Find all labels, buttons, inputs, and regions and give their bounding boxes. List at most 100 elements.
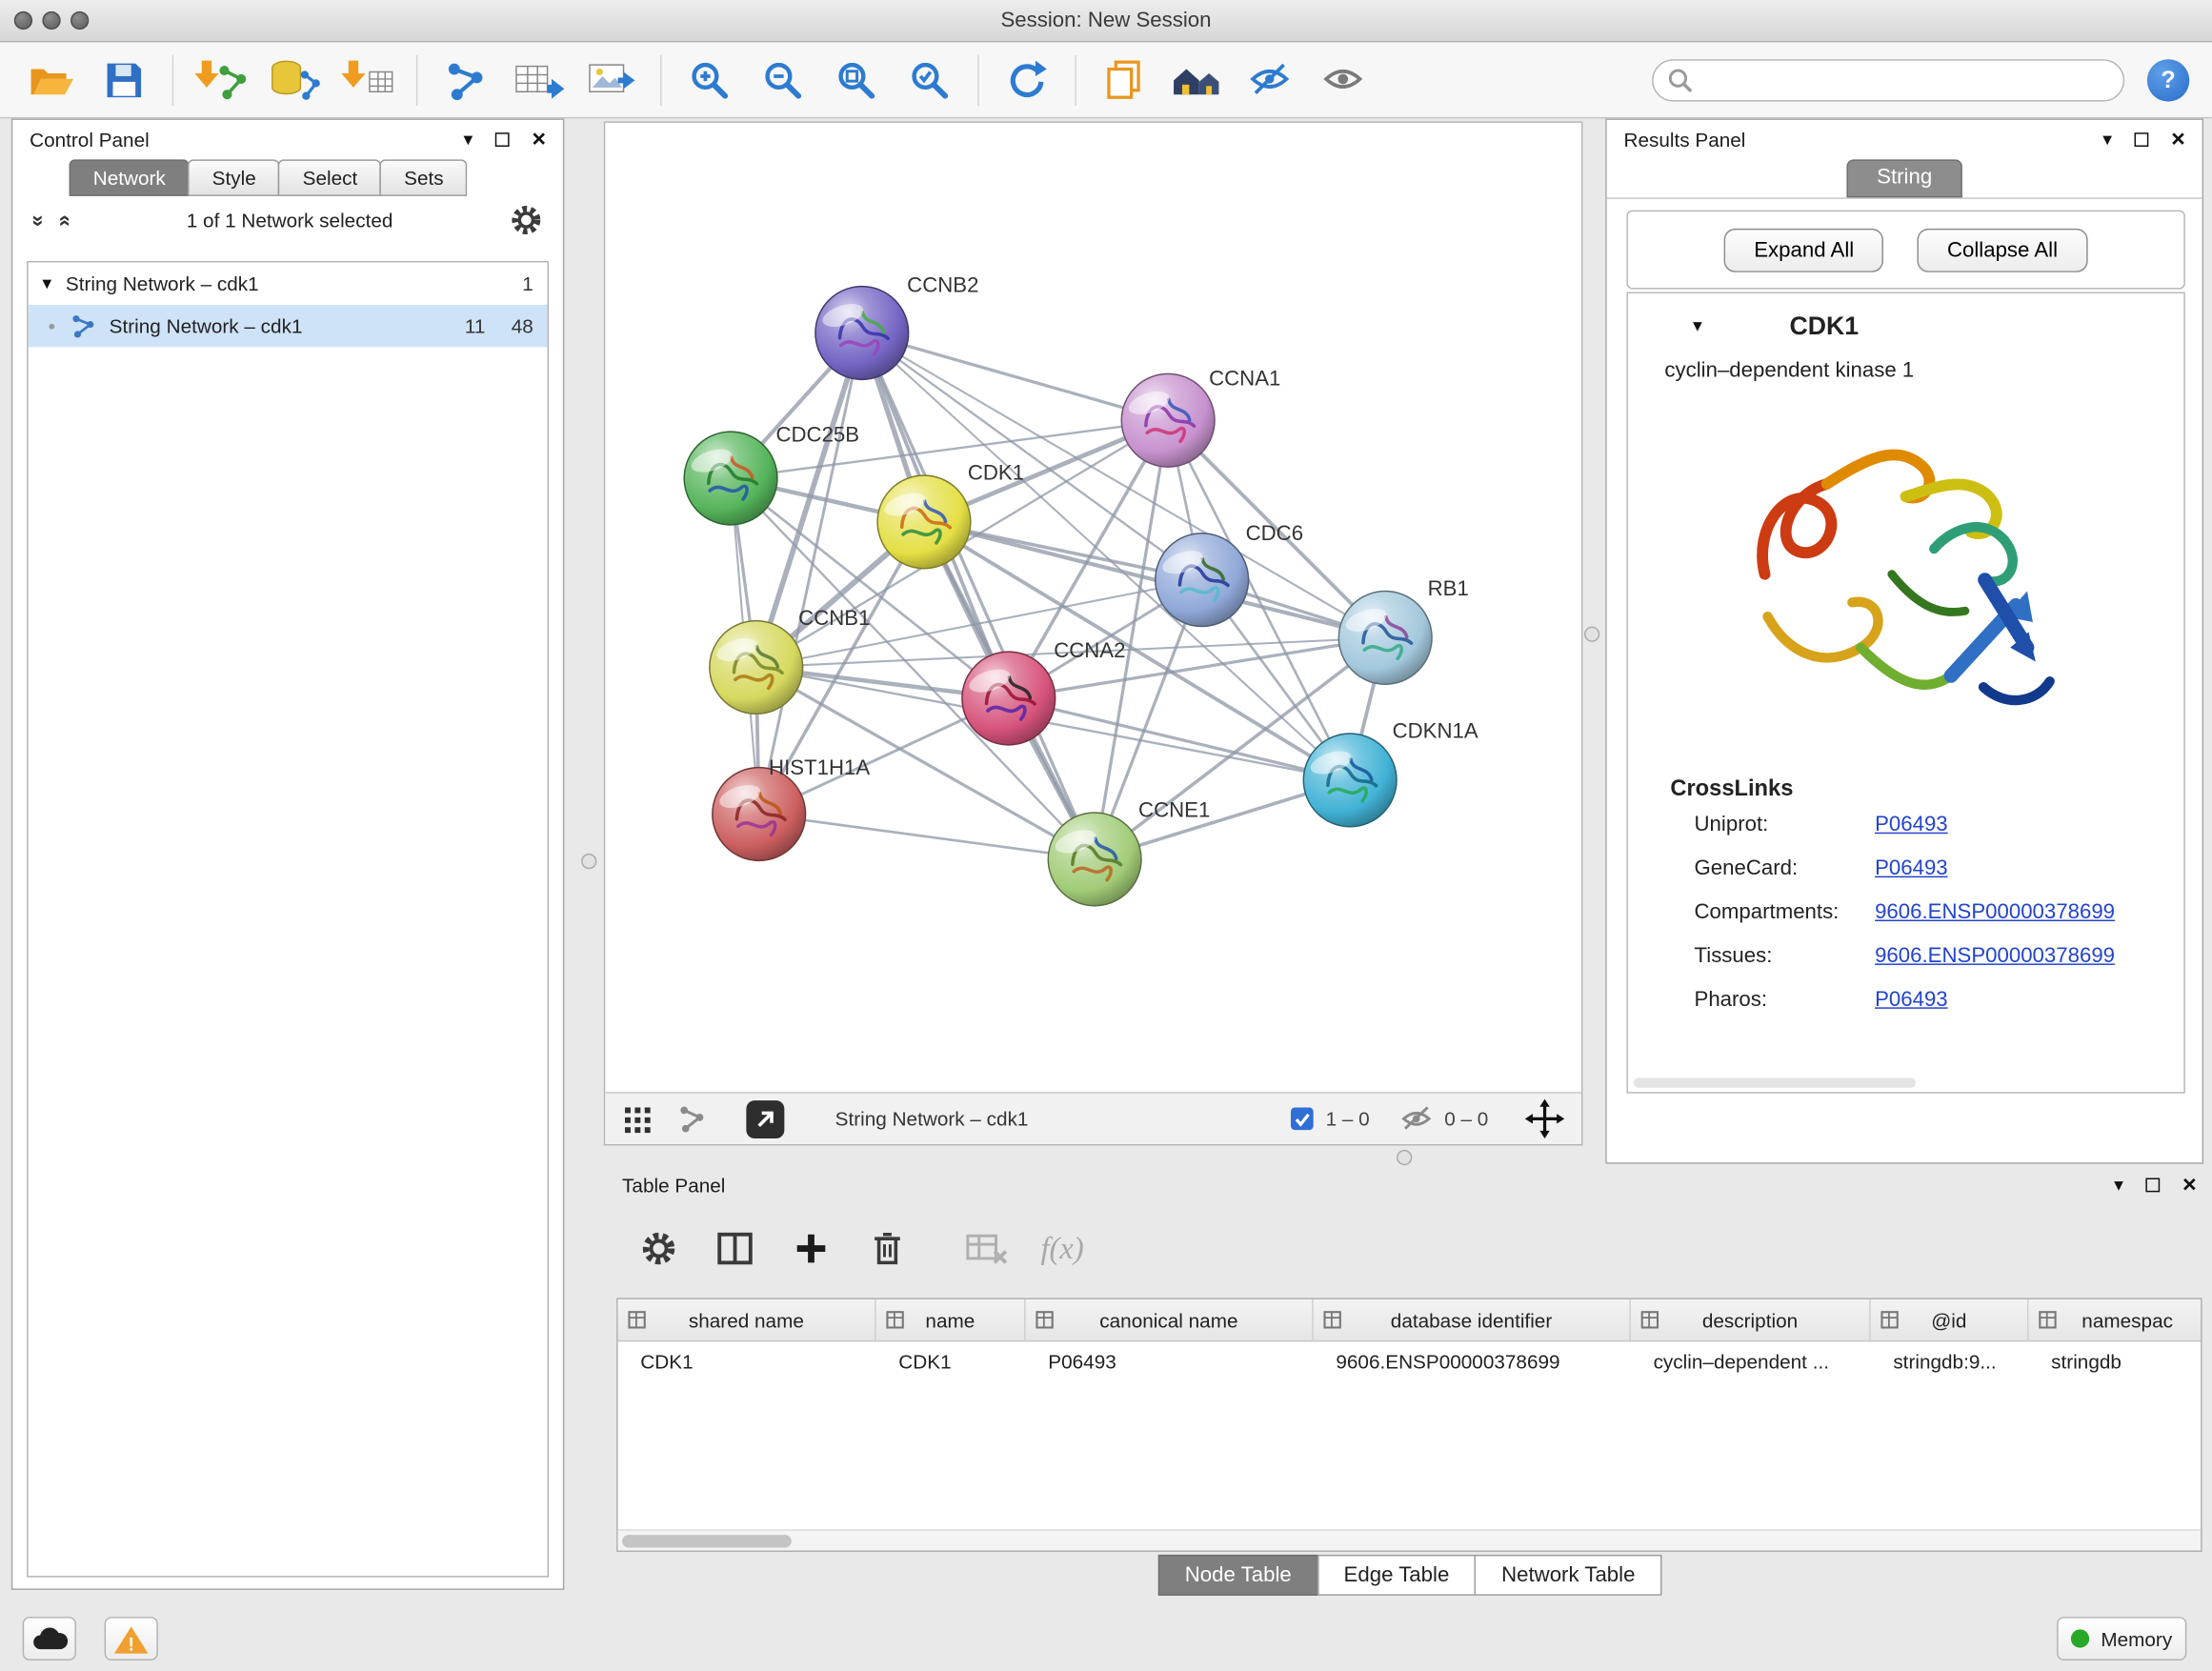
collapse-all-icon[interactable]: » xyxy=(27,214,50,226)
cell-database-identifier[interactable]: 9606.ENSP00000378699 xyxy=(1314,1341,1631,1383)
column-header-description[interactable]: description xyxy=(1631,1299,1871,1340)
network-node-CCNB1[interactable] xyxy=(710,621,803,715)
network-canvas[interactable]: CCNB2CCNA1CDC25BCDK1CDC6RB1CCNB1CCNA2CDK… xyxy=(605,123,1581,1092)
expand-all-icon[interactable]: » xyxy=(52,214,76,226)
grid-view-icon[interactable] xyxy=(622,1102,656,1137)
refresh-button[interactable] xyxy=(991,49,1064,111)
window-close-button[interactable] xyxy=(14,11,32,30)
import-network-file-button[interactable] xyxy=(185,49,258,111)
cell-description[interactable]: cyclin–dependent ... xyxy=(1631,1341,1871,1383)
table-horizontal-scrollbar[interactable] xyxy=(618,1529,2202,1550)
tab-string[interactable]: String xyxy=(1847,159,1961,197)
cell-canonical-name[interactable]: P06493 xyxy=(1026,1341,1314,1383)
tab-network-table[interactable]: Network Table xyxy=(1475,1555,1662,1596)
tab-style[interactable]: Style xyxy=(188,159,279,196)
vertical-splitter-handle[interactable] xyxy=(1584,627,1599,642)
scrollbar-thumb[interactable] xyxy=(622,1535,792,1547)
warning-status-button[interactable]: ! xyxy=(105,1617,158,1661)
zoom-selected-button[interactable] xyxy=(893,49,966,111)
toolbar-search[interactable] xyxy=(1652,58,2124,100)
import-table-button[interactable] xyxy=(332,49,405,111)
network-edge-CCNB2-CCNA1[interactable] xyxy=(862,332,1168,420)
network-node-RB1[interactable] xyxy=(1338,591,1432,684)
zoom-fit-button[interactable] xyxy=(819,49,893,111)
cell-namespace[interactable]: stringdb xyxy=(2028,1341,2202,1383)
tab-sets[interactable]: Sets xyxy=(380,159,468,196)
column-header-id[interactable]: @id xyxy=(1871,1299,2029,1340)
gene-card-scrollbar[interactable] xyxy=(1634,1077,1916,1087)
save-session-button[interactable] xyxy=(88,49,161,111)
network-node-CCNB2[interactable] xyxy=(815,287,909,380)
new-network-button[interactable] xyxy=(429,49,502,111)
network-share-small-icon[interactable] xyxy=(675,1103,707,1135)
cell-name[interactable]: CDK1 xyxy=(876,1341,1026,1383)
vertical-splitter-handle[interactable] xyxy=(581,854,596,869)
hidden-eye-slash-icon[interactable] xyxy=(1400,1105,1435,1134)
maximize-panel-icon[interactable] xyxy=(2145,1178,2160,1193)
expand-all-button[interactable]: Expand All xyxy=(1724,228,1883,272)
tab-edge-table[interactable]: Edge Table xyxy=(1317,1555,1476,1596)
gear-icon[interactable] xyxy=(510,203,544,237)
horizontal-splitter-handle[interactable] xyxy=(1397,1150,1412,1165)
float-panel-icon[interactable]: ▾ xyxy=(2102,129,2112,151)
add-column-button[interactable] xyxy=(783,1220,839,1277)
open-in-window-button[interactable] xyxy=(746,1099,784,1137)
column-header-database-identifier[interactable]: database identifier xyxy=(1314,1299,1631,1340)
zoom-out-button[interactable] xyxy=(746,49,819,111)
column-header-namespace[interactable]: namespac xyxy=(2028,1299,2202,1340)
gene-collapse-icon[interactable]: ▾ xyxy=(1693,314,1702,337)
network-edge-CCNB2-CCNE1[interactable] xyxy=(862,332,1095,858)
tree-expand-icon[interactable]: ▾ xyxy=(42,272,51,295)
cell-shared-name[interactable]: CDK1 xyxy=(618,1341,876,1383)
tab-network[interactable]: Network xyxy=(70,159,190,196)
new-table-button[interactable] xyxy=(502,49,575,111)
zoom-in-button[interactable] xyxy=(673,49,746,111)
hide-selected-button[interactable] xyxy=(1235,49,1308,111)
network-node-CDKN1A[interactable] xyxy=(1303,734,1397,827)
close-panel-icon[interactable]: × xyxy=(2182,1178,2197,1193)
network-node-CDK1[interactable] xyxy=(877,475,971,569)
network-node-CDC6[interactable] xyxy=(1156,534,1249,627)
network-edge-HIST1H1A-CCNE1[interactable] xyxy=(759,814,1095,858)
crosslink-genecard[interactable]: P06493 xyxy=(1875,856,1948,880)
crosslink-compartments[interactable]: 9606.ENSP00000378699 xyxy=(1875,900,2115,924)
import-network-database-button[interactable] xyxy=(258,49,332,111)
maximize-panel-icon[interactable] xyxy=(495,132,510,147)
table-row[interactable]: CDK1 CDK1 P06493 9606.ENSP00000378699 cy… xyxy=(618,1341,2202,1383)
float-panel-icon[interactable]: ▾ xyxy=(464,129,473,151)
column-header-name[interactable]: name xyxy=(876,1299,1026,1340)
cell-id[interactable]: stringdb:9... xyxy=(1871,1341,2029,1383)
crosslink-pharos[interactable]: P06493 xyxy=(1875,988,1948,1012)
show-all-button[interactable] xyxy=(1308,49,1381,111)
window-zoom-button[interactable] xyxy=(70,11,89,30)
network-node-CCNA1[interactable] xyxy=(1121,373,1215,467)
pan-move-icon[interactable] xyxy=(1525,1099,1564,1138)
float-panel-icon[interactable]: ▾ xyxy=(2114,1174,2123,1197)
home-layout-button[interactable] xyxy=(1161,49,1235,111)
column-header-shared-name[interactable]: shared name xyxy=(618,1299,876,1340)
network-edge-CCNB2-HIST1H1A[interactable] xyxy=(759,332,862,814)
window-minimize-button[interactable] xyxy=(42,11,60,30)
network-collection-row[interactable]: ▾ String Network – cdk1 1 xyxy=(29,262,548,304)
cloud-status-button[interactable] xyxy=(23,1617,76,1661)
crosslink-tissues[interactable]: 9606.ENSP00000378699 xyxy=(1875,944,2115,968)
open-session-button[interactable] xyxy=(14,49,88,111)
selected-checkbox-icon[interactable] xyxy=(1289,1105,1316,1132)
close-panel-icon[interactable]: × xyxy=(532,132,546,147)
crosslink-uniprot[interactable]: P06493 xyxy=(1875,813,1948,836)
network-node-CDC25B[interactable] xyxy=(684,432,777,525)
close-panel-icon[interactable]: × xyxy=(2171,132,2185,147)
export-image-button[interactable] xyxy=(575,49,649,111)
clone-network-button[interactable] xyxy=(1088,49,1161,111)
tab-node-table[interactable]: Node Table xyxy=(1158,1555,1318,1596)
column-header-canonical-name[interactable]: canonical name xyxy=(1026,1299,1314,1340)
delete-column-button[interactable] xyxy=(859,1220,915,1277)
search-input[interactable] xyxy=(1701,69,2109,91)
maximize-panel-icon[interactable] xyxy=(2135,132,2149,147)
show-columns-button[interactable] xyxy=(707,1220,763,1277)
network-item-row[interactable]: ● String Network – cdk1 11 48 xyxy=(29,305,548,347)
tab-select[interactable]: Select xyxy=(278,159,381,196)
network-node-HIST1H1A[interactable] xyxy=(713,768,806,861)
memory-button[interactable]: Memory xyxy=(2057,1617,2186,1661)
table-settings-button[interactable] xyxy=(631,1220,687,1277)
